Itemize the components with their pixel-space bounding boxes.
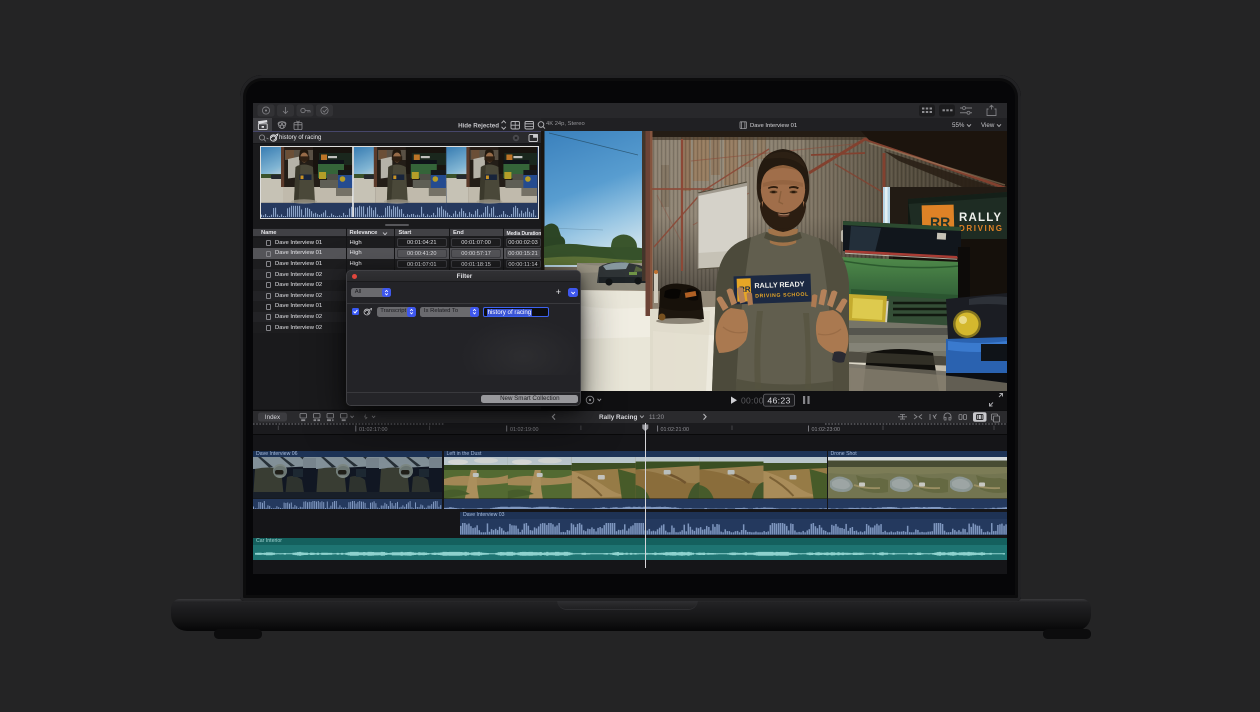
svg-text:01:02:23:00: 01:02:23:00 bbox=[812, 427, 840, 433]
svg-text:Index: Index bbox=[265, 414, 281, 421]
svg-text:Hide Rejected: Hide Rejected bbox=[458, 122, 499, 129]
svg-text:RALLY: RALLY bbox=[754, 280, 778, 290]
svg-text:01:02:19:00: 01:02:19:00 bbox=[510, 427, 538, 433]
svg-text:01:02:17:00: 01:02:17:00 bbox=[359, 427, 387, 433]
svg-text:Dave Interview 01: Dave Interview 01 bbox=[750, 123, 797, 129]
svg-text:RALLY: RALLY bbox=[959, 212, 1002, 224]
svg-text:View: View bbox=[981, 122, 995, 129]
svg-text:46:23: 46:23 bbox=[767, 396, 790, 406]
svg-text:READY: READY bbox=[779, 279, 805, 289]
svg-text:55%: 55% bbox=[952, 122, 965, 129]
svg-text:01:02:21:00: 01:02:21:00 bbox=[661, 427, 689, 433]
svg-text:Rally Racing: Rally Racing bbox=[599, 414, 637, 421]
svg-text:DRIVING: DRIVING bbox=[959, 224, 1004, 233]
svg-text:00:00: 00:00 bbox=[741, 395, 764, 405]
svg-text:11:20: 11:20 bbox=[649, 414, 665, 421]
